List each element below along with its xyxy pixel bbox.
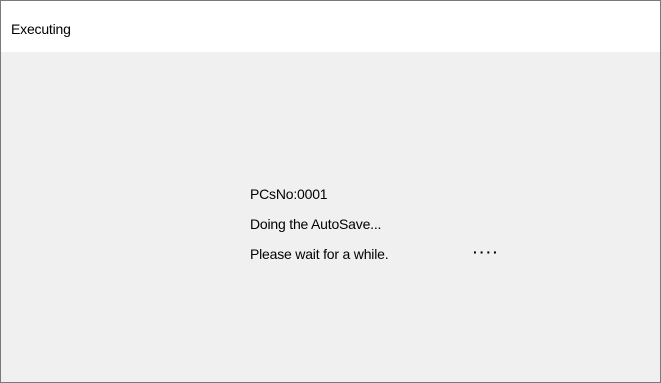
dialog-body: PCsNo:0001 Doing the AutoSave... Please … (1, 52, 660, 382)
progress-dots-indicator: ···· (473, 244, 500, 260)
window-title: Executing (11, 21, 71, 37)
pcs-number-label: PCsNo:0001 (250, 186, 328, 202)
autosave-status-label: Doing the AutoSave... (250, 216, 382, 232)
title-bar[interactable]: Executing (1, 1, 660, 52)
wait-message-label: Please wait for a while. (250, 246, 389, 262)
executing-dialog: Executing PCsNo:0001 Doing the AutoSave.… (0, 0, 661, 383)
